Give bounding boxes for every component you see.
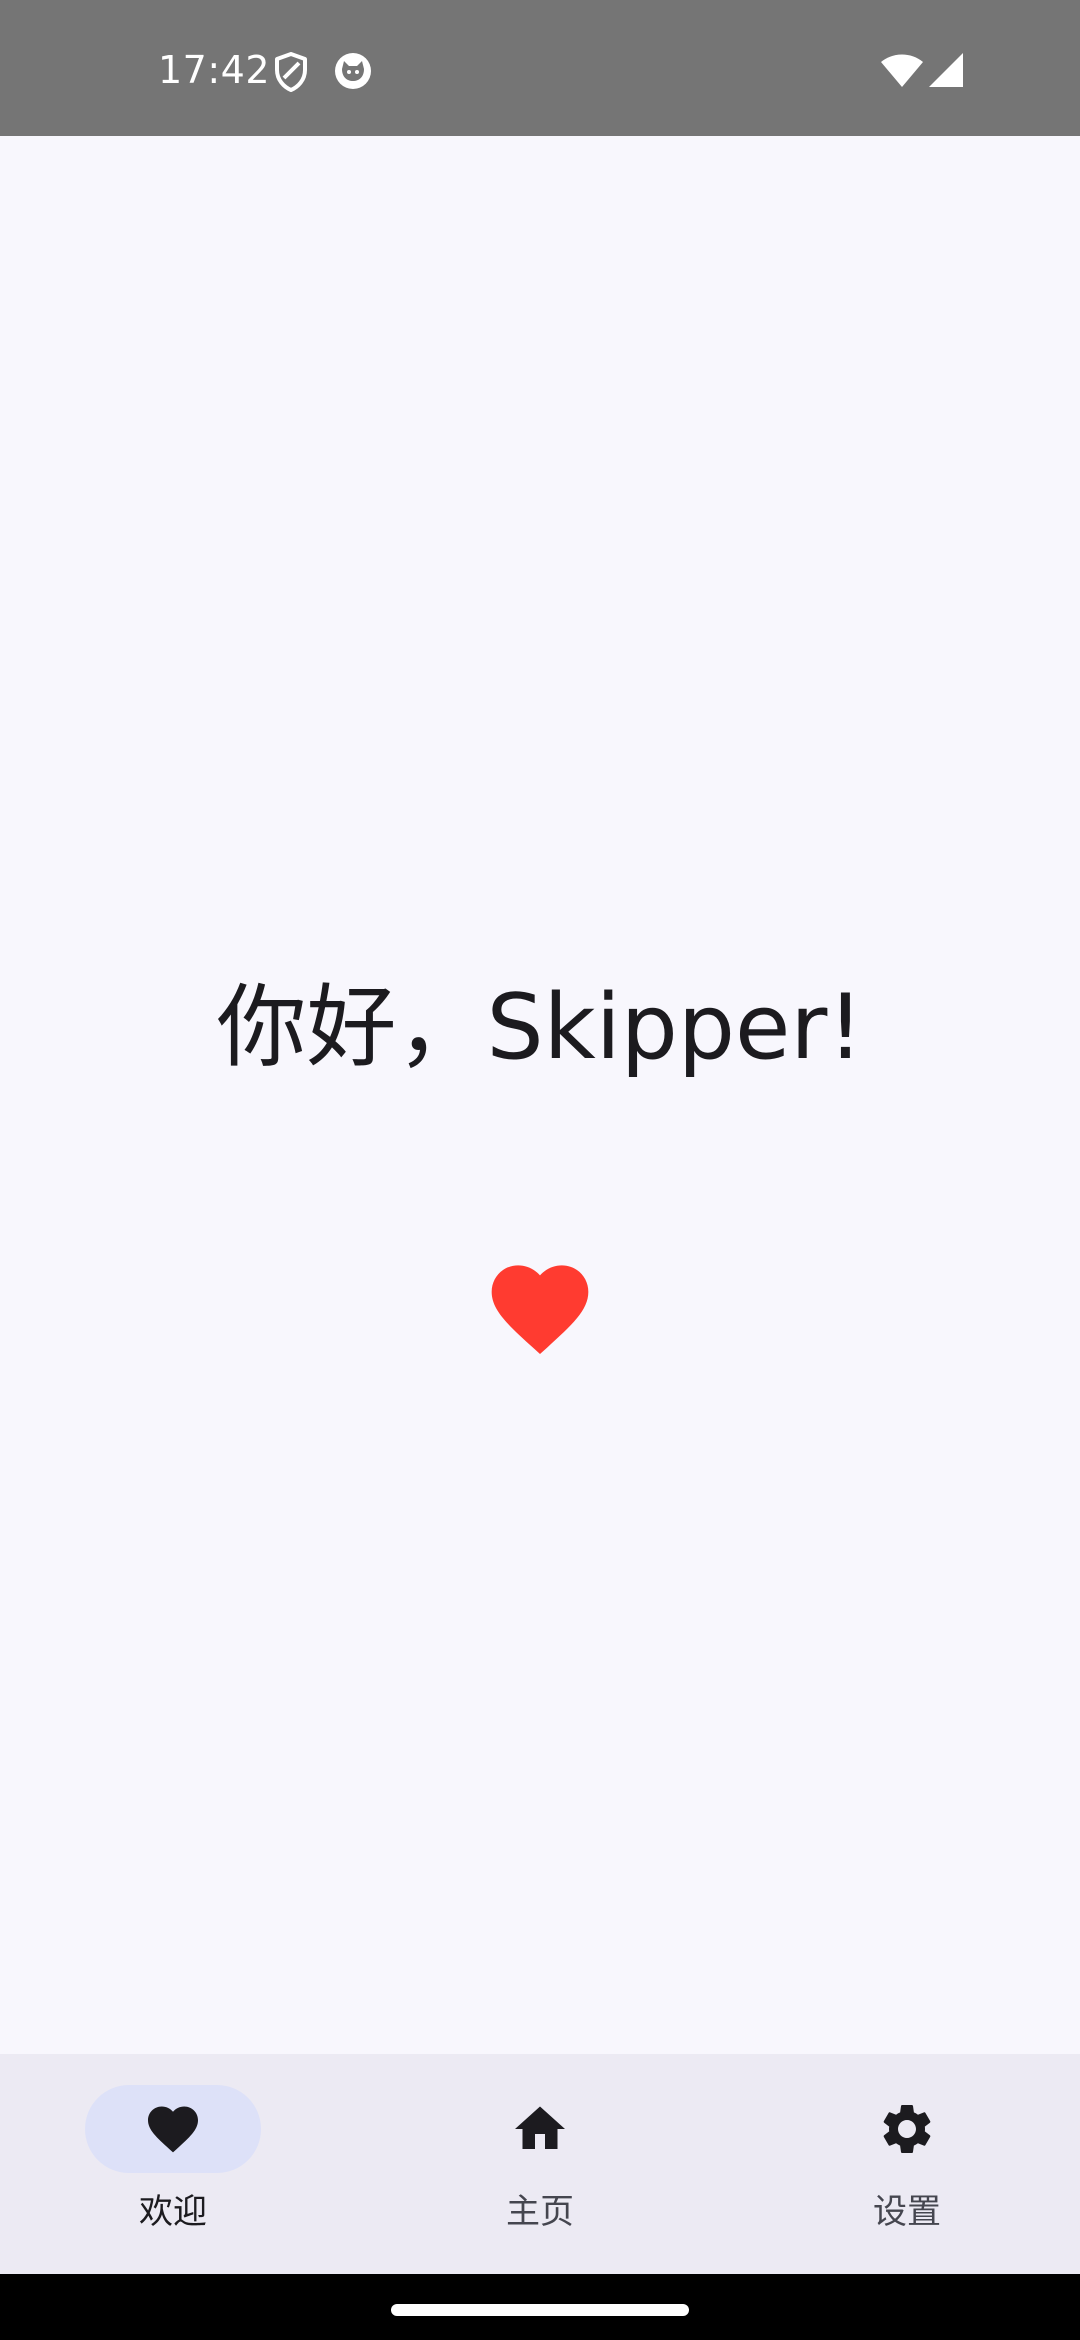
cat-face-icon — [335, 53, 371, 89]
nav-label-settings: 设置 — [873, 2192, 941, 2232]
wifi-icon — [881, 54, 923, 87]
nav-label-home: 主页 — [506, 2192, 574, 2232]
home-gesture-handle[interactable] — [391, 2304, 689, 2316]
nav-item-settings[interactable]: 设置 — [734, 2054, 1080, 2274]
status-bar: 17:42 — [0, 0, 1080, 136]
heart-icon — [148, 2106, 198, 2153]
nav-label-welcome: 欢迎 — [139, 2192, 207, 2232]
bottom-navigation-bar: 欢迎 主页 设置 — [0, 2054, 1080, 2274]
heart-icon — [491, 1265, 589, 1355]
system-gesture-bar — [0, 2274, 1080, 2340]
nav-item-welcome[interactable]: 欢迎 — [0, 2054, 360, 2274]
home-icon — [515, 2106, 565, 2149]
greeting-text: 你好，Skipper! — [216, 975, 864, 1080]
nav-item-home[interactable]: 主页 — [367, 2054, 727, 2274]
shield-icon — [275, 52, 307, 92]
settings-gear-icon — [883, 2105, 931, 2153]
cell-signal-icon — [929, 53, 963, 87]
welcome-screen: 你好，Skipper! — [0, 136, 1080, 2054]
status-time: 17:42 — [158, 48, 271, 92]
